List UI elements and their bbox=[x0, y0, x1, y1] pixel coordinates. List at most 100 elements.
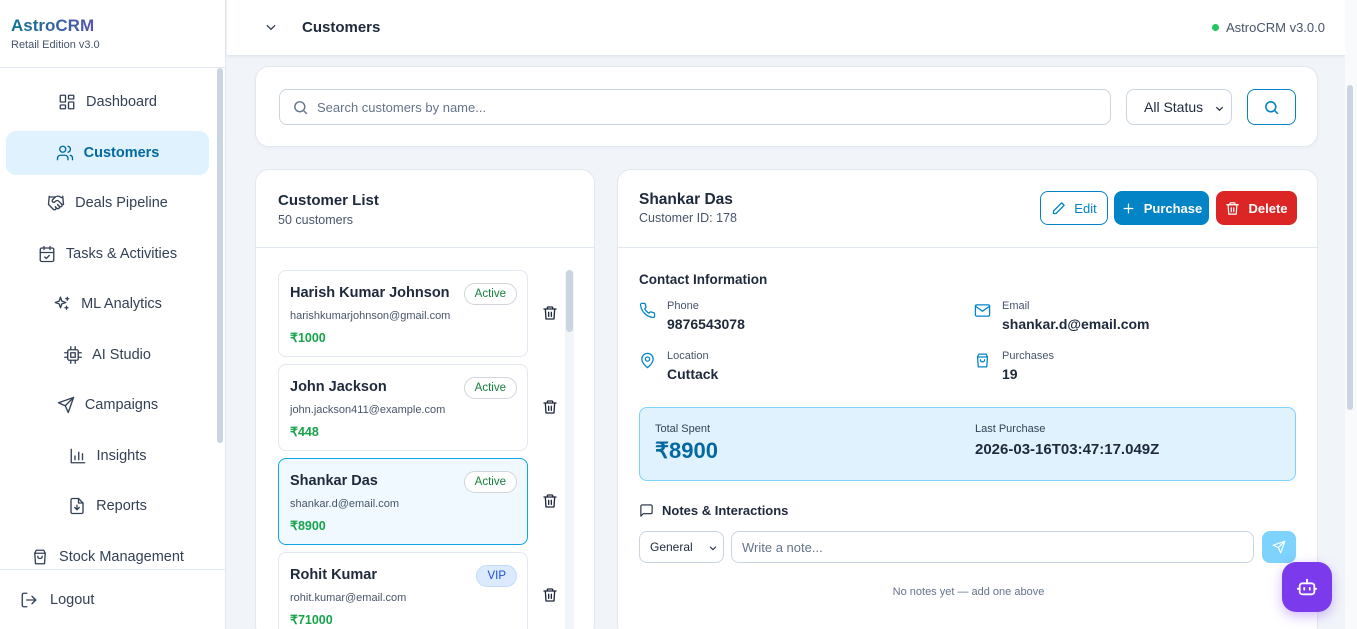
delete-customer-button[interactable] bbox=[542, 493, 558, 509]
bot-icon bbox=[1296, 578, 1318, 596]
send-note-button[interactable] bbox=[1262, 531, 1296, 563]
status-badge: Active bbox=[463, 377, 517, 399]
send-icon bbox=[1272, 540, 1286, 554]
message-square-icon bbox=[640, 504, 653, 517]
customer-id: Customer ID: 178 bbox=[639, 211, 737, 225]
notes-empty-state: No notes yet — add one above bbox=[892, 586, 1045, 598]
customer-email: harishkumarjohnson@gmail.com bbox=[290, 310, 451, 322]
note-type-value: General bbox=[650, 540, 693, 554]
phone-icon bbox=[639, 302, 656, 319]
trash-icon bbox=[1226, 201, 1240, 215]
sidebar-nav: Dashboard Customers Deals Pipeline Tasks… bbox=[6, 80, 209, 585]
chevron-down-icon bbox=[266, 24, 276, 31]
file-download-icon bbox=[70, 497, 84, 515]
customer-amount: ₹71000 bbox=[290, 613, 333, 627]
shopping-bag-icon bbox=[34, 549, 46, 564]
customer-count: 50 customers bbox=[278, 213, 354, 227]
sidebar-item-label: Insights bbox=[96, 447, 147, 464]
search-input[interactable] bbox=[317, 99, 1077, 115]
brand: AstroCRM Retail Edition v3.0 bbox=[0, 0, 225, 68]
sidebar-item-ml-analytics[interactable]: ML Analytics bbox=[6, 282, 209, 326]
customer-list-header: Customer List 50 customers bbox=[256, 170, 594, 248]
assistant-bot-button[interactable] bbox=[1282, 562, 1332, 612]
sidebar: AstroCRM Retail Edition v3.0 Dashboard C… bbox=[0, 0, 226, 629]
customer-amount: ₹1000 bbox=[290, 331, 326, 345]
version-status: AstroCRM v3.0.0 bbox=[1212, 20, 1325, 35]
notes-title: Notes & Interactions bbox=[639, 503, 788, 518]
sidebar-item-insights[interactable]: Insights bbox=[6, 434, 209, 478]
page-title: Customers bbox=[302, 19, 381, 36]
sidebar-item-label: Dashboard bbox=[86, 94, 157, 110]
customer-detail-panel: Shankar Das Customer ID: 178 Edit Purcha… bbox=[617, 169, 1318, 629]
sidebar-item-label: Customers bbox=[83, 144, 160, 161]
chevron-down-icon bbox=[1215, 106, 1224, 112]
sidebar-item-customers[interactable]: Customers bbox=[6, 130, 209, 175]
sidebar-item-ai-studio[interactable]: AI Studio bbox=[6, 333, 209, 377]
brand-subtitle: Retail Edition v3.0 bbox=[11, 39, 100, 51]
delete-customer-button[interactable] bbox=[542, 587, 558, 603]
phone-value: 9876543078 bbox=[667, 316, 745, 332]
location-label: Location bbox=[667, 350, 709, 362]
note-type-select[interactable]: General bbox=[639, 531, 724, 563]
total-spent-label: Total Spent bbox=[655, 423, 711, 435]
customer-card[interactable]: Harish Kumar Johnson harishkumarjohnson@… bbox=[278, 270, 528, 357]
sidebar-scrollbar[interactable] bbox=[217, 68, 223, 443]
mail-icon bbox=[974, 304, 991, 317]
sidebar-item-label: Stock Management bbox=[59, 548, 184, 565]
search-icon bbox=[294, 100, 308, 114]
sidebar-item-tasks-activities[interactable]: Tasks & Activities bbox=[6, 232, 209, 276]
version-label: AstroCRM v3.0.0 bbox=[1226, 20, 1325, 35]
edit-button[interactable]: Edit bbox=[1040, 191, 1108, 225]
total-spent-value: ₹8900 bbox=[655, 438, 718, 463]
customer-amount: ₹448 bbox=[290, 425, 319, 439]
spending-summary: Total Spent ₹8900 Last Purchase 2026-03-… bbox=[639, 407, 1296, 481]
status-badge: Active bbox=[463, 471, 517, 493]
search-button[interactable] bbox=[1247, 89, 1296, 125]
delete-customer-button[interactable] bbox=[542, 305, 558, 321]
note-field[interactable] bbox=[731, 531, 1254, 563]
customer-card[interactable]: Rohit Kumar rohit.kumar@email.com ₹71000… bbox=[278, 552, 528, 629]
logout-button[interactable]: Logout bbox=[0, 569, 226, 629]
dashboard-icon bbox=[59, 94, 75, 110]
delete-customer-button[interactable] bbox=[542, 399, 558, 415]
note-input[interactable] bbox=[742, 539, 1232, 555]
search-panel: All Status bbox=[255, 66, 1318, 147]
main-scrollbar[interactable] bbox=[1347, 85, 1353, 410]
location-value: Cuttack bbox=[667, 366, 719, 382]
search-field[interactable] bbox=[279, 89, 1111, 125]
phone-info: Phone 9876543078 bbox=[639, 300, 939, 340]
brand-title: AstroCRM bbox=[11, 16, 214, 36]
purchases-info: Purchases 19 bbox=[974, 350, 1274, 390]
customer-detail-name: Shankar Das bbox=[639, 191, 733, 208]
pencil-icon bbox=[1053, 201, 1066, 214]
calendar-check-icon bbox=[39, 245, 55, 262]
email-info: Email shankar.d@email.com bbox=[974, 300, 1274, 340]
trash-icon bbox=[543, 494, 557, 508]
bar-chart-icon bbox=[70, 448, 85, 463]
sidebar-item-campaigns[interactable]: Campaigns bbox=[6, 383, 209, 427]
last-purchase-value: 2026-03-16T03:47:17.049Z bbox=[975, 441, 1160, 458]
purchase-button[interactable]: Purchase bbox=[1114, 191, 1209, 225]
list-scrollbar[interactable] bbox=[566, 270, 573, 332]
delete-button[interactable]: Delete bbox=[1216, 191, 1297, 225]
customer-email: shankar.d@email.com bbox=[290, 498, 399, 510]
sidebar-item-dashboard[interactable]: Dashboard bbox=[6, 80, 209, 124]
customer-card[interactable]: John Jackson john.jackson411@example.com… bbox=[278, 364, 528, 451]
customer-list-title: Customer List bbox=[278, 192, 379, 209]
sidebar-item-deals-pipeline[interactable]: Deals Pipeline bbox=[6, 181, 209, 225]
edit-label: Edit bbox=[1074, 200, 1097, 216]
delete-label: Delete bbox=[1248, 200, 1288, 216]
status-filter-value: All Status bbox=[1144, 99, 1204, 115]
email-label: Email bbox=[1002, 300, 1030, 312]
cpu-icon bbox=[64, 345, 83, 364]
sparkles-icon bbox=[54, 296, 70, 310]
purchases-label: Purchases bbox=[1002, 350, 1054, 362]
collapse-toggle[interactable] bbox=[264, 20, 278, 34]
sidebar-item-reports[interactable]: Reports bbox=[6, 484, 209, 528]
customer-card-selected[interactable]: Shankar Das shankar.d@email.com ₹8900 Ac… bbox=[278, 458, 528, 545]
notes-title-label: Notes & Interactions bbox=[662, 503, 789, 518]
handshake-icon bbox=[47, 195, 65, 211]
status-filter-select[interactable]: All Status bbox=[1126, 89, 1232, 125]
customer-detail-header: Shankar Das Customer ID: 178 Edit Purcha… bbox=[618, 170, 1317, 248]
trash-icon bbox=[543, 588, 557, 602]
